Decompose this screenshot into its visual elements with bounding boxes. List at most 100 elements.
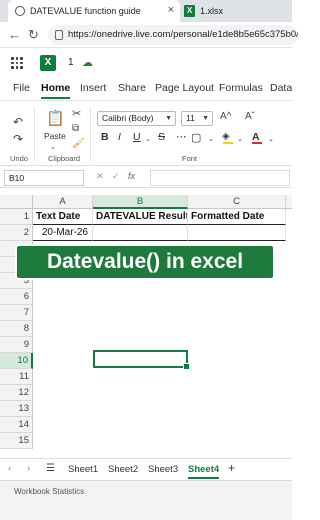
row-header-1[interactable]: 1	[0, 209, 33, 225]
cloud-saved-icon: ☁	[82, 57, 93, 69]
insert-function-button[interactable]: fx	[128, 171, 135, 181]
chevron-down-icon: ▼	[202, 115, 209, 122]
divider	[90, 107, 91, 161]
cell-c1[interactable]: Formatted Date	[188, 209, 286, 225]
row-header-6[interactable]: 6	[0, 289, 33, 305]
browser-tab-datevalue-guide[interactable]: DATEVALUE function guide ×	[8, 0, 180, 22]
cell-a1[interactable]: Text Date	[33, 209, 93, 225]
fill-color-icon[interactable]: ◈	[222, 131, 230, 142]
redo-icon[interactable]: ↷	[13, 132, 23, 146]
formula-bar: B10 ✕ ✓ fx	[0, 168, 292, 188]
excel-logo-icon: X	[40, 55, 56, 71]
row-header-15[interactable]: 15	[0, 433, 33, 449]
font-size-dropdown[interactable]: 11 ▼	[181, 111, 213, 126]
url-text: https://onedrive.live.com/personal/e1de8…	[68, 29, 298, 40]
tab-data[interactable]: Data	[270, 82, 292, 94]
shrink-font-button[interactable]: Aˇ	[245, 111, 255, 122]
sheet-tab-sheet3[interactable]: Sheet3	[148, 464, 178, 475]
row-header-9[interactable]: 9	[0, 337, 33, 353]
sheet-tab-sheet1[interactable]: Sheet1	[68, 464, 98, 475]
document-name[interactable]: 1	[68, 57, 74, 68]
tab-share[interactable]: Share	[118, 82, 146, 94]
cancel-icon[interactable]: ✕	[96, 171, 104, 182]
borders-icon[interactable]: ▢	[191, 131, 201, 144]
address-bar-row: ← ↻ https://onedrive.live.com/personal/e…	[0, 22, 298, 48]
paste-icon[interactable]: 📋	[46, 109, 65, 127]
site-info-icon[interactable]	[55, 30, 63, 40]
formula-input[interactable]	[150, 170, 290, 186]
divider	[34, 107, 35, 161]
back-arrow-icon[interactable]: ←	[8, 27, 21, 42]
spreadsheet-grid[interactable]: A B C 1 2 3 4 5 6 7 8 9 10 11 12 13 14 1…	[0, 195, 292, 457]
undo-icon[interactable]: ↶	[13, 115, 23, 129]
cell-c2[interactable]	[188, 225, 286, 241]
active-cell-selection[interactable]	[93, 350, 190, 370]
chevron-down-icon: ▼	[165, 115, 172, 122]
undo-group-label: Undo	[10, 154, 28, 163]
tab-insert[interactable]: Insert	[80, 82, 106, 94]
bold-button[interactable]: B	[101, 131, 109, 143]
tab-page-layout[interactable]: Page Layout	[155, 82, 214, 94]
app-bar: X 1 ☁	[0, 48, 292, 78]
status-bar: Workbook Statistics	[0, 480, 292, 520]
tab-home[interactable]: Home	[41, 82, 71, 99]
close-tab-icon[interactable]: ×	[168, 4, 174, 16]
cell-b2[interactable]	[93, 225, 188, 241]
sheet-tab-sheet2[interactable]: Sheet2	[108, 464, 138, 475]
grow-font-button[interactable]: A^	[220, 111, 231, 122]
scroll-left-icon[interactable]: ‹	[8, 463, 11, 474]
sheet-tab-sheet4[interactable]: Sheet4	[188, 464, 220, 479]
select-all-corner[interactable]	[0, 195, 33, 209]
name-box-value: B10	[9, 173, 25, 183]
row-header-2[interactable]: 2	[0, 225, 33, 241]
chevron-down-icon[interactable]: ⌄	[237, 135, 243, 143]
ribbon-tabs: File Home Insert Share Page Layout Formu…	[0, 78, 292, 100]
column-header-a[interactable]: A	[33, 195, 93, 209]
workbook-statistics-link[interactable]: Workbook Statistics	[14, 487, 84, 496]
strikethrough-button[interactable]: S	[158, 131, 165, 143]
chevron-down-icon[interactable]: ⌄	[145, 135, 151, 143]
cell-b1[interactable]: DATEVALUE Result	[93, 209, 188, 225]
row-header-14[interactable]: 14	[0, 417, 33, 433]
cell-a2[interactable]: 20-Mar-26	[33, 225, 93, 241]
add-sheet-button[interactable]: +	[228, 461, 235, 475]
row-header-7[interactable]: 7	[0, 305, 33, 321]
font-name-dropdown[interactable]: Calibri (Body) ▼	[97, 111, 176, 126]
column-header-d[interactable]	[286, 195, 292, 209]
row-header-11[interactable]: 11	[0, 369, 33, 385]
font-color-swatch	[252, 142, 262, 144]
clipboard-group-label: Clipboard	[48, 154, 81, 163]
font-color-menu-icon[interactable]: ⋯	[176, 131, 187, 143]
row-header-8[interactable]: 8	[0, 321, 33, 337]
app-launcher-icon[interactable]	[11, 57, 23, 69]
italic-button[interactable]: I	[118, 131, 121, 143]
all-sheets-menu-icon[interactable]: ☰	[46, 463, 55, 474]
browser-tab-xlsx[interactable]: X 1.xlsx	[184, 0, 292, 22]
name-box[interactable]: B10	[4, 170, 84, 186]
row-header-12[interactable]: 12	[0, 385, 33, 401]
browser-tab-strip: DATEVALUE function guide × X 1.xlsx	[0, 0, 292, 22]
copy-icon[interactable]: ⧉	[72, 123, 79, 134]
excel-icon: X	[184, 5, 195, 17]
chevron-down-icon[interactable]: ⌄	[208, 135, 214, 143]
enter-icon[interactable]: ✓	[112, 171, 120, 182]
underline-button[interactable]: U	[133, 131, 141, 143]
paste-button[interactable]: Paste	[44, 131, 66, 141]
url-field[interactable]: https://onedrive.live.com/personal/e1de8…	[48, 25, 298, 45]
row-header-13[interactable]: 13	[0, 401, 33, 417]
tab-file[interactable]: File	[13, 82, 30, 94]
scroll-right-icon[interactable]: ›	[27, 463, 30, 474]
fill-color-swatch	[223, 142, 233, 144]
row-header-10[interactable]: 10	[0, 353, 33, 369]
browser-tab-title: DATEVALUE function guide	[30, 6, 141, 16]
column-header-b[interactable]: B	[93, 195, 188, 209]
cut-icon[interactable]: ✂	[72, 107, 81, 120]
chevron-down-icon[interactable]: ⌄	[50, 143, 56, 151]
reload-icon[interactable]: ↻	[28, 27, 39, 43]
font-name-value: Calibri (Body)	[102, 113, 154, 123]
tab-formulas[interactable]: Formulas	[219, 82, 263, 94]
chevron-down-icon[interactable]: ⌄	[268, 135, 274, 143]
sheet-tab-bar: ‹ › ☰ Sheet1 Sheet2 Sheet3 Sheet4 +	[0, 458, 292, 480]
format-painter-icon[interactable]: 🖌	[72, 138, 85, 149]
column-header-c[interactable]: C	[188, 195, 286, 209]
